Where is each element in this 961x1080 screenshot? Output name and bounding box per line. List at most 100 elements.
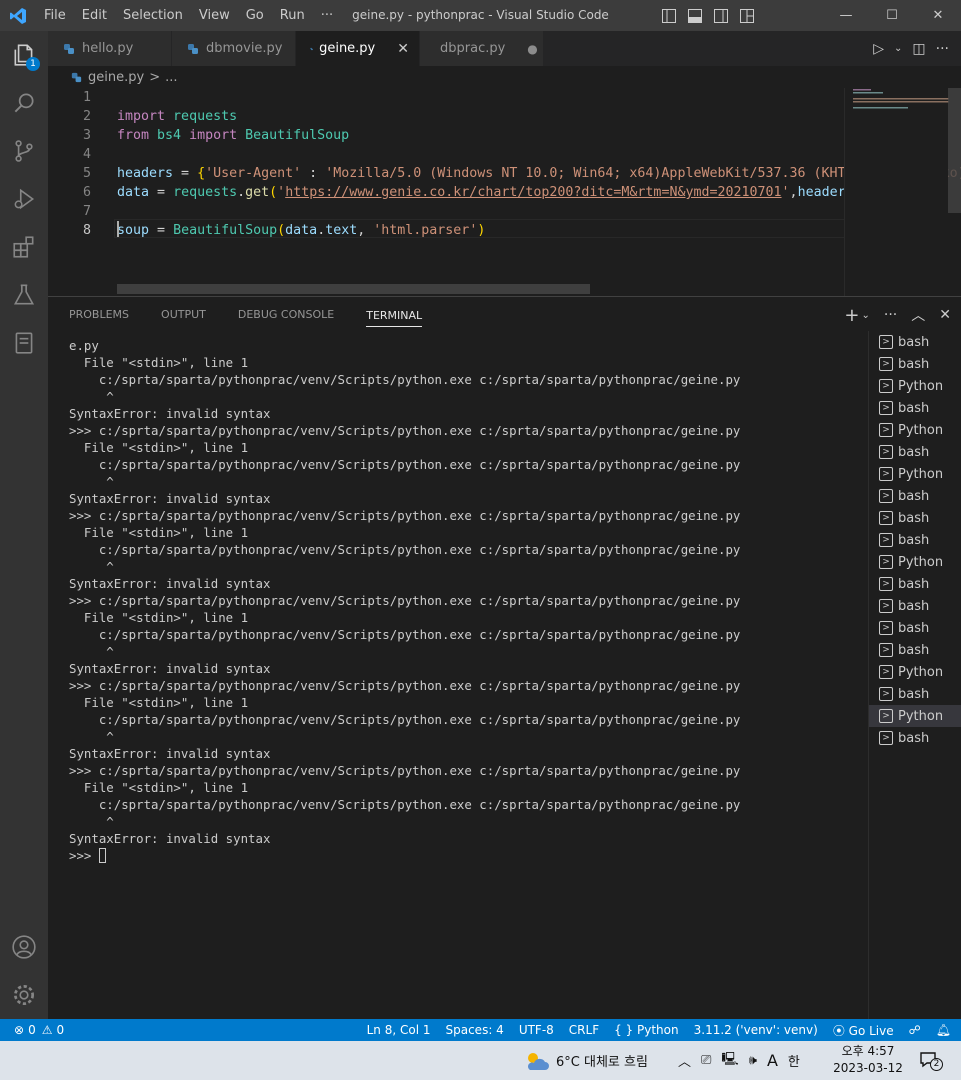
more-actions-icon[interactable]: ··· (936, 41, 949, 57)
encoding[interactable]: UTF-8 (519, 1023, 554, 1037)
indentation[interactable]: Spaces: 4 (446, 1023, 504, 1037)
warnings-icon[interactable]: ⚠ (42, 1023, 53, 1037)
tab-output[interactable]: OUTPUT (161, 297, 206, 333)
breadcrumb-symbol[interactable]: ... (165, 70, 177, 85)
terminal-instance[interactable]: > bash (869, 683, 961, 705)
terminal-instance[interactable]: > Python (869, 419, 961, 441)
testing-button[interactable] (0, 271, 48, 319)
terminal-instance[interactable]: > bash (869, 441, 961, 463)
tab-dbprac[interactable]: dbprac.py ● (420, 31, 544, 66)
unsaved-dot-icon[interactable]: ● (527, 42, 537, 56)
code-editor[interactable]: 1 import requests 2 from bs4 import Beau… (48, 88, 961, 296)
menu-selection[interactable]: Selection (115, 0, 191, 31)
terminal-instance[interactable]: > bash (869, 331, 961, 353)
weather-widget[interactable]: 6°C 대체로 흐림 (524, 1041, 648, 1080)
explorer-button[interactable]: 1 (0, 31, 48, 79)
errors-count[interactable]: 0 (28, 1023, 36, 1037)
minimize-button[interactable]: — (823, 0, 869, 31)
minimap[interactable] (844, 88, 949, 296)
terminal-icon: > (879, 423, 893, 437)
terminal-icon: > (879, 665, 893, 679)
language-mode[interactable]: { } Python (614, 1023, 679, 1037)
tab-debug-console[interactable]: DEBUG CONSOLE (238, 297, 334, 333)
maximize-button[interactable]: ☐ (869, 0, 915, 31)
menu-run[interactable]: Run (272, 0, 313, 31)
toggle-secondary-sidebar-icon[interactable] (712, 7, 730, 25)
tab-problems[interactable]: PROBLEMS (69, 297, 129, 333)
feedback-icon[interactable]: ☍ (909, 1023, 921, 1037)
breadcrumb-file[interactable]: geine.py (88, 70, 144, 85)
close-tab-icon[interactable]: ✕ (397, 41, 409, 57)
terminal-instance[interactable]: > Python (869, 463, 961, 485)
terminal-instance[interactable]: > bash (869, 573, 961, 595)
editor-horizontal-scrollbar[interactable] (117, 284, 590, 294)
toggle-sidebar-icon[interactable] (660, 7, 678, 25)
extensions-button[interactable] (0, 223, 48, 271)
terminal-instance[interactable]: > Python (869, 705, 961, 727)
remote-explorer-button[interactable] (0, 319, 48, 367)
warnings-count[interactable]: 0 (56, 1023, 64, 1037)
menu-view[interactable]: View (191, 0, 238, 31)
terminal-instance-label: bash (898, 444, 930, 460)
tab-hello[interactable]: hello.py (48, 31, 172, 66)
terminal-instance[interactable]: > bash (869, 529, 961, 551)
run-dropdown-icon[interactable]: ⌄ (894, 43, 902, 54)
terminal-instance[interactable]: > Python (869, 551, 961, 573)
editor-vertical-scrollbar[interactable] (948, 88, 961, 213)
search-button[interactable] (0, 79, 48, 127)
menu-edit[interactable]: Edit (74, 0, 115, 31)
ime-mode[interactable]: A (767, 1051, 778, 1070)
terminal-prompt-line[interactable]: >>> (69, 847, 864, 864)
bell-icon[interactable]: 🔔︎ (936, 1023, 951, 1037)
url-link[interactable]: https://www.genie.co.kr/chart/top200?dit… (285, 185, 781, 200)
manage-button[interactable] (0, 971, 48, 1019)
python-interpreter[interactable]: 3.11.2 ('venv': venv) (694, 1023, 818, 1037)
terminal-dropdown-icon[interactable]: ⌄ (862, 310, 870, 321)
end-of-line[interactable]: CRLF (569, 1023, 599, 1037)
camera-icon[interactable]: ⎚ (701, 1053, 711, 1068)
terminal-instance[interactable]: > bash (869, 353, 961, 375)
terminal-instance[interactable]: > bash (869, 617, 961, 639)
line-number: 4 (82, 147, 91, 162)
chevron-up-icon[interactable]: ︿ (678, 1051, 691, 1070)
terminal-line: File "<stdin>", line 1 (69, 440, 249, 455)
terminal-line: c:/sprta/sparta/pythonprac/venv/Scripts/… (69, 372, 741, 387)
tab-dbmovie[interactable]: dbmovie.py (172, 31, 296, 66)
close-button[interactable]: ✕ (915, 0, 961, 31)
volume-icon[interactable]: 🕪︎ (749, 1053, 757, 1068)
menu-go[interactable]: Go (238, 0, 272, 31)
notification-center-icon[interactable]: 2 (918, 1050, 943, 1072)
menu-file[interactable]: File (36, 0, 74, 31)
maximize-panel-icon[interactable]: ︿ (911, 305, 925, 325)
close-panel-icon[interactable]: ✕ (939, 307, 951, 323)
terminal-output[interactable]: e.py File "<stdin>", line 1 c:/sprta/spa… (69, 337, 864, 1017)
terminal-instance[interactable]: > bash (869, 639, 961, 661)
terminal-instance[interactable]: > bash (869, 507, 961, 529)
terminal-instance[interactable]: > bash (869, 595, 961, 617)
cursor-position[interactable]: Ln 8, Col 1 (367, 1023, 431, 1037)
terminal-instance[interactable]: > bash (869, 485, 961, 507)
run-debug-button[interactable] (0, 175, 48, 223)
tab-terminal[interactable]: TERMINAL (366, 305, 423, 327)
run-python-file-icon[interactable]: ▷ (873, 41, 884, 57)
terminal-icon: > (879, 731, 893, 745)
split-editor-icon[interactable]: ◫ (912, 41, 925, 57)
terminal-instance[interactable]: > bash (869, 727, 961, 749)
customize-layout-icon[interactable] (738, 7, 756, 25)
new-terminal-icon[interactable]: + (844, 305, 859, 326)
menu-more[interactable]: ··· (313, 0, 341, 31)
terminal-instance[interactable]: > Python (869, 661, 961, 683)
tab-geine[interactable]: geine.py ✕ (296, 31, 420, 66)
network-icon[interactable]: 🖳︎ (721, 1050, 738, 1072)
python-file-icon (71, 72, 82, 82)
more-actions-icon[interactable]: ··· (884, 307, 897, 323)
errors-icon[interactable]: ⊗ (14, 1023, 24, 1037)
ime-korean[interactable]: 한 (788, 1051, 800, 1070)
accounts-button[interactable] (0, 923, 48, 971)
go-live-button[interactable]: ⦿ Go Live (833, 1022, 894, 1039)
toggle-panel-icon[interactable] (686, 7, 704, 25)
source-control-button[interactable] (0, 127, 48, 175)
terminal-instance[interactable]: > bash (869, 397, 961, 419)
terminal-instance[interactable]: > Python (869, 375, 961, 397)
clock[interactable]: 오후 4:57 2023-03-12 (828, 1043, 908, 1077)
